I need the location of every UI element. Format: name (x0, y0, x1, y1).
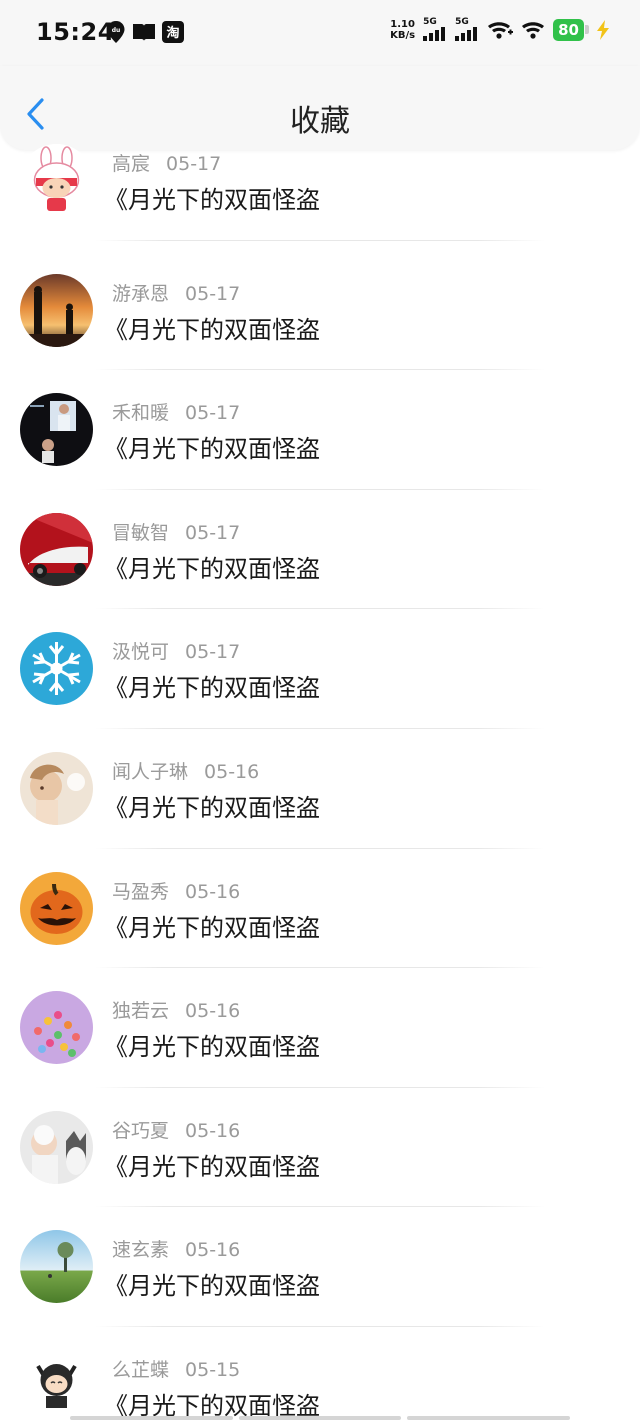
user-name: 独若云 (112, 1000, 170, 1023)
avatar[interactable] (20, 871, 93, 945)
list-item[interactable]: 速玄素 05-16 《月光下的双面怪盗 (0, 1207, 640, 1327)
list-item[interactable]: 独若云 05-16 《月光下的双面怪盗 (0, 968, 640, 1088)
list-item[interactable]: 马盈秀 05-16 《月光下的双面怪盗 (0, 849, 640, 969)
item-meta: 高宸 05-17 (112, 149, 221, 176)
svg-text:du: du (112, 27, 121, 34)
item-date: 05-16 (185, 1119, 241, 1142)
sim1-signal: 5G (423, 18, 447, 41)
list-item[interactable]: 高宸 05-17 《月光下的双面怪盗 (0, 121, 640, 241)
item-meta: 汲悦可 05-17 (112, 637, 240, 664)
book-title: 《月光下的双面怪盗 (104, 554, 320, 583)
avatar[interactable] (20, 632, 93, 706)
book-title: 《月光下的双面怪盗 (104, 186, 320, 214)
item-date: 05-15 (185, 1358, 241, 1381)
item-meta: 闻人子琳 05-16 (112, 757, 259, 784)
list-item[interactable]: 闻人子琳 05-16 《月光下的双面怪盗 (0, 729, 640, 849)
user-name: 马盈秀 (112, 880, 170, 903)
item-date: 05-16 (185, 880, 241, 903)
list-item[interactable]: 游承恩 05-17 《月光下的双面怪盗 (0, 251, 640, 371)
item-date: 05-17 (185, 521, 241, 544)
avatar[interactable] (20, 512, 93, 586)
item-date: 05-16 (185, 1000, 241, 1023)
user-name: 高宸 (112, 153, 151, 175)
signal-icon (455, 27, 478, 41)
avatar[interactable] (20, 1349, 93, 1422)
item-date: 05-17 (185, 282, 241, 305)
status-bar: 15:24 du 淘 1.10 KB/s 5G 5G 80 (0, 0, 640, 66)
signal-icon (423, 27, 446, 41)
item-date: 05-16 (185, 1239, 241, 1262)
book-title: 《月光下的双面怪盗 (104, 793, 320, 822)
user-name: 禾和暖 (112, 402, 170, 425)
user-name: 游承恩 (112, 282, 170, 305)
book-icon (132, 21, 156, 43)
user-name: 谷巧夏 (112, 1119, 170, 1142)
taobao-icon: 淘 (162, 21, 184, 43)
avatar[interactable] (20, 751, 93, 825)
avatar[interactable] (20, 1110, 93, 1184)
item-date: 05-17 (185, 641, 241, 664)
book-title: 《月光下的双面怪盗 (104, 1272, 320, 1301)
user-name: 闻人子琳 (112, 760, 189, 783)
list-item[interactable]: 谷巧夏 05-16 《月光下的双面怪盗 (0, 1088, 640, 1208)
item-meta: 谷巧夏 05-16 (112, 1116, 240, 1143)
avatar[interactable] (20, 1230, 93, 1304)
avatar[interactable] (20, 393, 93, 467)
item-meta: 禾和暖 05-17 (112, 398, 240, 425)
user-name: 汲悦可 (112, 641, 170, 664)
book-title: 《月光下的双面怪盗 (104, 674, 320, 703)
avatar[interactable] (20, 991, 93, 1065)
item-date: 05-16 (204, 760, 260, 783)
list-item[interactable]: 冒敏智 05-17 《月光下的双面怪盗 (0, 490, 640, 610)
svg-text:淘: 淘 (166, 25, 179, 41)
item-meta: 速玄素 05-16 (112, 1235, 240, 1262)
book-title: 《月光下的双面怪盗 (104, 315, 320, 344)
list-item[interactable]: 禾和暖 05-17 《月光下的双面怪盗 (0, 370, 640, 490)
network-speed: 1.10 KB/s (390, 18, 416, 41)
item-date: 05-17 (185, 402, 241, 425)
item-meta: 独若云 05-16 (112, 996, 240, 1023)
user-name: 冒敏智 (112, 521, 170, 544)
book-title: 《月光下的双面怪盗 (104, 913, 320, 942)
avatar[interactable] (20, 273, 93, 347)
sim2-signal: 5G (455, 18, 479, 41)
book-title: 《月光下的双面怪盗 (104, 435, 320, 464)
book-title: 《月光下的双面怪盗 (104, 1033, 320, 1062)
home-indicator (70, 1416, 571, 1420)
charging-icon (596, 19, 610, 41)
status-time: 15:24 (36, 18, 115, 46)
item-date: 05-17 (166, 153, 222, 175)
book-title: 《月光下的双面怪盗 (104, 1152, 320, 1181)
wifi-icon (521, 19, 545, 41)
user-name: 么芷蝶 (112, 1358, 170, 1381)
list-item[interactable]: 么芷蝶 05-15 《月光下的双面怪盗 (0, 1327, 640, 1422)
item-meta: 马盈秀 05-16 (112, 877, 240, 904)
item-meta: 冒敏智 05-17 (112, 518, 240, 545)
battery-indicator: 80 (553, 18, 589, 41)
list-item[interactable]: 汲悦可 05-17 《月光下的双面怪盗 (0, 609, 640, 729)
du-location-icon: du (106, 21, 126, 43)
item-meta: 游承恩 05-17 (112, 279, 240, 306)
avatar[interactable] (20, 144, 93, 217)
item-meta: 么芷蝶 05-15 (112, 1355, 240, 1382)
user-name: 速玄素 (112, 1239, 170, 1262)
divider (95, 239, 545, 241)
favorites-list: 高宸 05-17 《月光下的双面怪盗 游承恩 05-17 《月光下的双面怪盗 禾… (0, 131, 640, 1422)
wifi-plus-icon (487, 19, 514, 41)
